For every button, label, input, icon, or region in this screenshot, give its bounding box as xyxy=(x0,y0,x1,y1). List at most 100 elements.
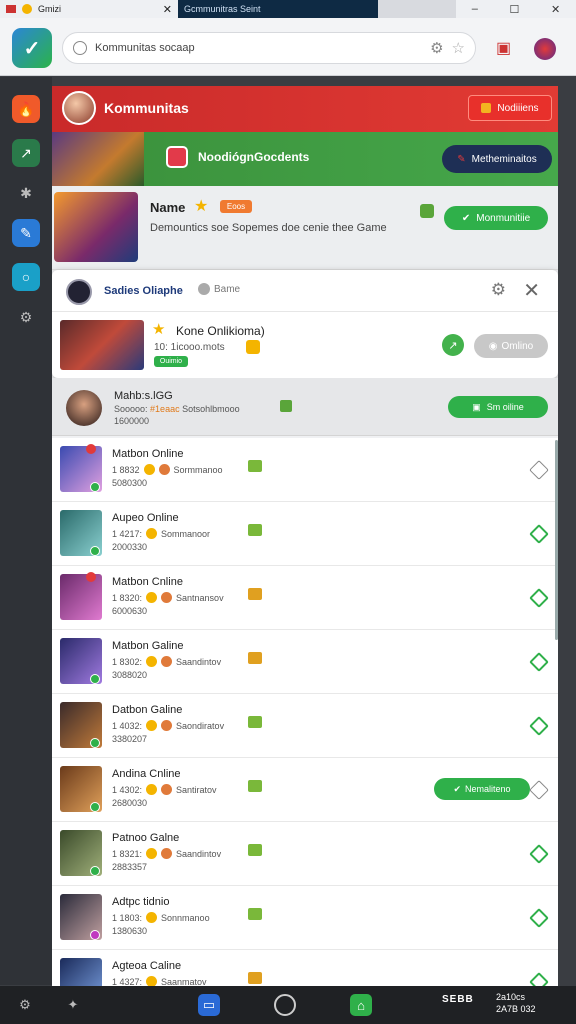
member-number: 6000630 xyxy=(112,606,148,616)
featured-button-label: Monmunitiie xyxy=(476,212,531,224)
chat-icon[interactable]: ▭ xyxy=(198,994,220,1016)
profile-avatar[interactable] xyxy=(534,38,556,60)
popup-game-image[interactable] xyxy=(60,320,144,370)
member-id: 1 4032: xyxy=(112,720,143,731)
diamond-icon[interactable] xyxy=(529,524,549,544)
member-number: 5080300 xyxy=(112,478,148,488)
notification-icon[interactable]: ▣ xyxy=(496,38,511,58)
close-icon[interactable]: ✕ xyxy=(163,3,172,16)
list-item[interactable]: Matbon Cnline 1 8320: Santnansov 6000630 xyxy=(52,566,558,630)
list-item[interactable]: Agteoa Caline 1 4327: Saanmatov xyxy=(52,950,558,986)
circle-icon[interactable]: ○ xyxy=(12,263,40,291)
community-header: Kommunitas Nodiiiens xyxy=(52,86,558,132)
emoji-icon xyxy=(143,464,155,475)
member-meta: 1 1803: Sonnmanoo xyxy=(112,912,210,923)
settings-icon[interactable]: ⚙ xyxy=(12,303,40,331)
tab-gmizi[interactable]: Gmizi ✕ xyxy=(0,0,178,18)
emoji-icon xyxy=(161,784,173,795)
diamond-icon[interactable] xyxy=(529,780,549,800)
gift-icon xyxy=(420,204,434,218)
emoji-icon xyxy=(146,848,158,859)
gift-icon xyxy=(248,652,262,664)
chart-icon[interactable]: ↗ xyxy=(12,139,40,167)
tab-label: Gmizi xyxy=(38,4,61,14)
list-item[interactable]: Adtpc tidnio 1 1803: Sonnmanoo 1380630 xyxy=(52,886,558,950)
popup-game-meta: 10: 1icooo.mots xyxy=(154,342,225,353)
member-number: 2000330 xyxy=(112,542,148,552)
list-item[interactable]: Datbon Galine 1 4032: Saondiratov 3380207 xyxy=(52,694,558,758)
puzzle-icon[interactable]: ✱ xyxy=(12,179,40,207)
banner-button-label: Metheminaitos xyxy=(471,153,537,165)
list-item[interactable]: Andina Cnline 1 4302: Santiratov 2680030 … xyxy=(52,758,558,822)
diamond-icon[interactable] xyxy=(529,844,549,864)
popup-chip: Ouimio xyxy=(154,356,188,367)
featured-join-button[interactable]: ✔ Monmunitiie xyxy=(444,206,548,230)
link-icon[interactable]: ↗ xyxy=(442,334,464,356)
meta-suffix: Sotsohlbmooo xyxy=(182,404,240,414)
minimize-button[interactable]: – xyxy=(472,3,478,15)
star-icon[interactable]: ☆ xyxy=(452,39,465,57)
community-panel: Kommunitas Nodiiiens NoodiógnGocdents ✎ … xyxy=(52,86,558,986)
member-number: 3088020 xyxy=(112,670,148,680)
member-meta: 1 8302: Saandintov xyxy=(112,656,221,667)
pin-icon[interactable]: ✦ xyxy=(62,994,84,1016)
diamond-icon[interactable] xyxy=(529,972,549,986)
badge-icon xyxy=(86,572,96,582)
member-list: Matbon Online 1 8832 Sormmanoo 5080300 Au… xyxy=(52,438,558,986)
emoji-icon xyxy=(161,656,173,667)
fire-icon[interactable]: 🔥 xyxy=(12,95,40,123)
online-label: Sm oiline xyxy=(486,402,524,412)
join-button[interactable]: ✔ Nemaliteno xyxy=(434,778,530,800)
popup-online-button[interactable]: ◉ Omlino xyxy=(474,334,548,358)
settings-icon[interactable]: ⚙ xyxy=(14,994,36,1016)
member-status: Saondiratov xyxy=(176,720,225,731)
popup-header: Sadies Oliaphe Bame ⚙ ✕ xyxy=(52,270,558,312)
diamond-icon[interactable] xyxy=(529,460,549,480)
promo-banner: NoodiógnGocdents ✎ Metheminaitos xyxy=(52,132,558,186)
emoji-icon xyxy=(161,720,173,731)
current-user-number: 1600000 xyxy=(114,416,150,426)
maximize-button[interactable]: ☐ xyxy=(510,3,520,16)
member-status: Saanmatov xyxy=(161,976,207,987)
diamond-icon[interactable] xyxy=(529,588,549,608)
scrollbar[interactable] xyxy=(555,440,558,640)
member-id: 1 4302: xyxy=(112,784,143,795)
app-logo[interactable]: ✓ xyxy=(12,28,52,68)
emoji-icon xyxy=(146,592,158,603)
banner-button[interactable]: ✎ Metheminaitos xyxy=(442,145,552,173)
gear-icon[interactable]: ⚙ xyxy=(430,39,443,57)
clock-icon[interactable] xyxy=(274,994,296,1016)
list-item[interactable]: Matbon Online 1 8832 Sormmanoo 5080300 xyxy=(52,438,558,502)
emoji-icon xyxy=(146,720,158,731)
close-window-button[interactable]: ✕ xyxy=(551,3,560,16)
diamond-icon[interactable] xyxy=(529,716,549,736)
close-icon[interactable]: ✕ xyxy=(523,278,540,303)
clock[interactable]: 2a10cs 2A7B 032 xyxy=(496,991,536,1015)
diamond-icon[interactable] xyxy=(529,908,549,928)
search-input[interactable]: Kommunitas socaap ⚙ ☆ xyxy=(62,32,476,64)
left-sidebar: 🔥 ↗ ✱ ✎ ○ ⚙ xyxy=(0,77,52,985)
chat-icon[interactable]: ✎ xyxy=(12,219,40,247)
emoji-icon xyxy=(146,656,158,667)
tab-gcmmunitras[interactable]: Gcmmunitras Seint xyxy=(178,0,378,18)
list-item[interactable]: Aupeo Online 1 4217: Sommanoor 2000330 xyxy=(52,502,558,566)
home-icon[interactable]: ⌂ xyxy=(350,994,372,1016)
meta-highlight: #1eaac xyxy=(150,404,180,414)
member-number: 2680030 xyxy=(112,798,148,808)
member-id: 1 4327: xyxy=(112,976,143,987)
online-status-icon xyxy=(90,802,100,812)
featured-name: Name xyxy=(150,200,186,215)
gear-icon[interactable]: ⚙ xyxy=(491,280,506,300)
online-status-icon xyxy=(90,674,100,684)
clock-date: 2A7B 032 xyxy=(496,1004,536,1014)
list-item[interactable]: Matbon Galine 1 8302: Saandintov 3088020 xyxy=(52,630,558,694)
current-user-online-button[interactable]: ▣ Sm oiline xyxy=(448,396,548,418)
featured-image[interactable] xyxy=(54,192,138,262)
bell-icon xyxy=(481,103,492,113)
system-tray[interactable]: SEBB xyxy=(442,994,474,1005)
popup-avatar xyxy=(66,279,92,305)
notifications-button[interactable]: Nodiiiens xyxy=(468,95,552,121)
list-item[interactable]: Patnoo Galne 1 8321: Saandintov 2883357 xyxy=(52,822,558,886)
diamond-icon[interactable] xyxy=(529,652,549,672)
online-status-icon xyxy=(90,866,100,876)
